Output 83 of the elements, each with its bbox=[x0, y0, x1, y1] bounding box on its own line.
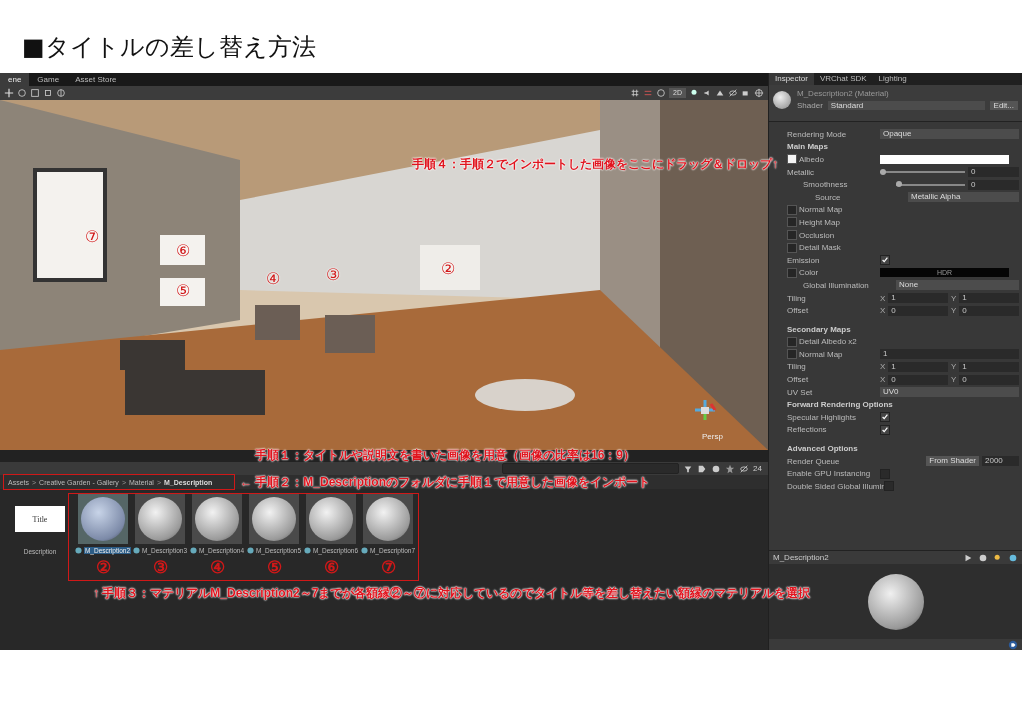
projection-label[interactable]: Persp bbox=[702, 432, 723, 441]
editor-tab[interactable]: Game bbox=[29, 73, 68, 86]
annotation-text: 手順１：タイトルや説明文を書いた画像を用意（画像の比率は16：9） bbox=[255, 447, 636, 464]
frame-number-label: ⑤ bbox=[266, 558, 282, 578]
property-dropdown[interactable]: None bbox=[896, 280, 1019, 291]
property-dropdown[interactable]: Metallic Alpha bbox=[908, 192, 1019, 203]
property-label: Rendering Mode bbox=[787, 129, 847, 139]
axis-label: Y bbox=[951, 362, 957, 372]
frame-number-label: ⑦ bbox=[85, 228, 99, 246]
property-label: Render Queue bbox=[787, 456, 840, 466]
property-label: Double Sided Global Illumir bbox=[787, 481, 884, 491]
property-label: Global Illumination bbox=[803, 280, 869, 290]
number-field[interactable]: 0 bbox=[888, 305, 948, 316]
frame-number-label: ④ bbox=[209, 558, 225, 578]
frame-number-label: ③ bbox=[152, 558, 168, 578]
frame-number-label: ⑦ bbox=[380, 558, 396, 578]
property-label: Smoothness bbox=[803, 180, 848, 190]
property-label: Tiling bbox=[787, 362, 806, 372]
property-label: Enable GPU Instancing bbox=[787, 469, 871, 479]
property-label: Emission bbox=[787, 255, 820, 265]
axis-label: Y bbox=[951, 306, 957, 316]
property-label: Detail Albedo x2 bbox=[799, 337, 857, 347]
hidden-count: 24 bbox=[753, 464, 762, 473]
number-field[interactable]: 0 bbox=[968, 179, 1019, 190]
editor-tab[interactable]: Asset Store bbox=[67, 73, 125, 86]
property-label: Specular Highlights bbox=[787, 412, 856, 422]
frame-number-label: ② bbox=[441, 260, 455, 278]
number-field[interactable]: 2000 bbox=[982, 456, 1019, 467]
panel-tab[interactable]: Inspector bbox=[769, 73, 814, 85]
shader-dropdown[interactable]: Standard bbox=[827, 101, 985, 110]
property-label: Tiling bbox=[787, 293, 806, 303]
axis-label: X bbox=[880, 375, 886, 385]
property-label: Normal Map bbox=[799, 205, 843, 215]
frame-number-label: ⑤ bbox=[176, 282, 190, 300]
number-field[interactable]: 0 bbox=[888, 374, 948, 385]
editor-tab[interactable]: ene bbox=[0, 73, 30, 86]
slide-title: ■タイトルの差し替え方法 bbox=[21, 32, 317, 63]
number-field[interactable]: 0 bbox=[968, 167, 1019, 178]
property-label: Reflections bbox=[787, 425, 827, 435]
axis-label: X bbox=[880, 306, 886, 316]
property-label: Detail Mask bbox=[799, 243, 841, 253]
property-label: Offset bbox=[787, 306, 809, 316]
axis-label: Y bbox=[951, 293, 957, 303]
property-dropdown[interactable]: UV0 bbox=[880, 387, 1019, 398]
material-title: M_Description2 (Material) bbox=[797, 89, 890, 98]
frame-number-label: ④ bbox=[266, 270, 280, 288]
property-label: Color bbox=[799, 268, 819, 278]
panel-tab[interactable]: VRChat SDK bbox=[813, 73, 873, 85]
property-label: Forward Rendering Options bbox=[787, 400, 893, 410]
property-label: Metallic bbox=[787, 167, 815, 177]
axis-label: Y bbox=[951, 375, 957, 385]
property-label: Advanced Options bbox=[787, 444, 858, 454]
number-field[interactable]: 0 bbox=[959, 374, 1019, 385]
number-field[interactable]: 1 bbox=[888, 293, 948, 303]
number-field[interactable]: 1 bbox=[888, 362, 948, 372]
shader-label: Shader bbox=[797, 101, 823, 110]
property-label: Height Map bbox=[799, 217, 840, 227]
property-label: Main Maps bbox=[787, 142, 828, 152]
edit-button[interactable]: Edit... bbox=[989, 101, 1018, 110]
frame-number-label: ② bbox=[95, 558, 111, 578]
preview-title: M_Description2 bbox=[773, 553, 829, 562]
property-label: Occlusion bbox=[799, 230, 835, 240]
number-field[interactable]: 0 bbox=[959, 305, 1019, 316]
property-dropdown[interactable]: Opaque bbox=[880, 129, 1019, 140]
property-label: Offset bbox=[787, 375, 809, 385]
panel-tab[interactable]: Lighting bbox=[872, 73, 913, 85]
annotation-text: ↑ 手順３：マテリアルM_Description2～7までが各額縁②～⑦に対応しているのでタイトル等を差し替えたい額縁のマテリアルを選択 bbox=[93, 585, 811, 602]
frame-number-label: ⑥ bbox=[176, 242, 190, 260]
texture-thumbnail[interactable]: Title bbox=[15, 506, 65, 532]
number-field[interactable]: 1 bbox=[880, 349, 1019, 360]
axis-label: X bbox=[880, 293, 886, 303]
property-label: Secondary Maps bbox=[787, 324, 851, 334]
number-field[interactable]: 1 bbox=[959, 362, 1019, 372]
frame-number-label: ⑥ bbox=[323, 558, 339, 578]
property-label: Albedo bbox=[799, 155, 824, 164]
queue-dropdown[interactable]: From Shader bbox=[926, 456, 979, 467]
axis-label: X bbox=[880, 362, 886, 372]
annotation-text: ← 手順２：M_Descriptionのフォルダに手順１で用意した画像をインポート bbox=[240, 474, 650, 491]
property-label: Source bbox=[815, 192, 841, 202]
number-field[interactable]: 1 bbox=[959, 293, 1019, 303]
property-label: UV Set bbox=[787, 387, 813, 397]
property-label: Normal Map bbox=[799, 349, 843, 359]
frame-number-label: ③ bbox=[326, 266, 340, 284]
